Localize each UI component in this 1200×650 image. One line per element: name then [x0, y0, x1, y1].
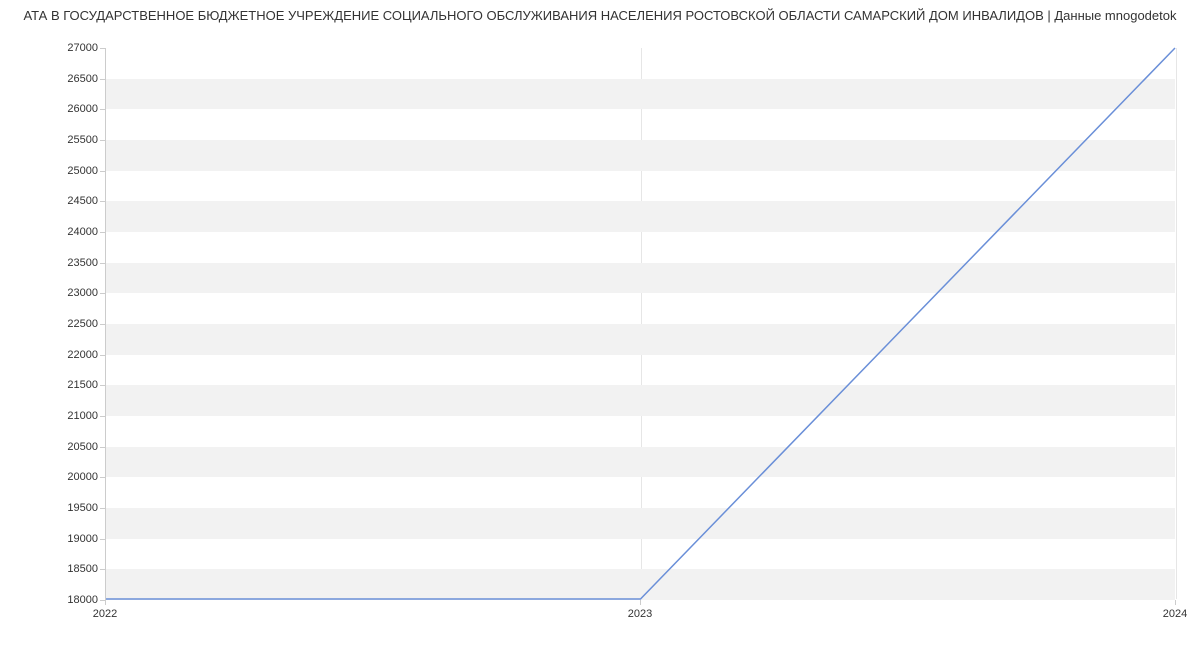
chart-line-layer [106, 48, 1175, 599]
y-tick-label: 18500 [38, 563, 98, 575]
plot-area [105, 48, 1175, 600]
y-tick-label: 20500 [38, 441, 98, 453]
y-tick-mark [100, 477, 105, 478]
y-tick-mark [100, 109, 105, 110]
y-tick-label: 20000 [38, 471, 98, 483]
y-tick-label: 23000 [38, 287, 98, 299]
y-tick-mark [100, 293, 105, 294]
y-tick-mark [100, 385, 105, 386]
x-tick-mark [1175, 600, 1176, 605]
y-tick-mark [100, 232, 105, 233]
x-grid-line [1176, 48, 1177, 599]
y-tick-label: 26000 [38, 103, 98, 115]
y-tick-mark [100, 140, 105, 141]
y-tick-label: 21500 [38, 379, 98, 391]
y-tick-label: 23500 [38, 257, 98, 269]
y-tick-label: 21000 [38, 410, 98, 422]
y-tick-mark [100, 508, 105, 509]
x-tick-mark [105, 600, 106, 605]
y-tick-mark [100, 79, 105, 80]
y-tick-label: 26500 [38, 73, 98, 85]
y-tick-label: 25000 [38, 165, 98, 177]
y-tick-label: 22500 [38, 318, 98, 330]
y-tick-label: 19000 [38, 533, 98, 545]
y-tick-label: 27000 [38, 42, 98, 54]
y-tick-mark [100, 201, 105, 202]
y-tick-mark [100, 416, 105, 417]
y-tick-mark [100, 48, 105, 49]
y-tick-mark [100, 539, 105, 540]
y-tick-label: 24000 [38, 226, 98, 238]
y-tick-label: 22000 [38, 349, 98, 361]
y-tick-mark [100, 263, 105, 264]
y-tick-mark [100, 569, 105, 570]
y-tick-mark [100, 447, 105, 448]
y-tick-label: 25500 [38, 134, 98, 146]
y-tick-mark [100, 171, 105, 172]
x-tick-label: 2024 [1163, 608, 1187, 620]
y-tick-mark [100, 355, 105, 356]
chart-container: АТА В ГОСУДАРСТВЕННОЕ БЮДЖЕТНОЕ УЧРЕЖДЕН… [0, 0, 1200, 650]
y-tick-mark [100, 324, 105, 325]
y-tick-label: 19500 [38, 502, 98, 514]
x-tick-label: 2022 [93, 608, 117, 620]
chart-title: АТА В ГОСУДАРСТВЕННОЕ БЮДЖЕТНОЕ УЧРЕЖДЕН… [0, 8, 1200, 23]
y-tick-label: 18000 [38, 594, 98, 606]
x-tick-mark [640, 600, 641, 605]
x-tick-label: 2023 [628, 608, 652, 620]
y-tick-label: 24500 [38, 195, 98, 207]
